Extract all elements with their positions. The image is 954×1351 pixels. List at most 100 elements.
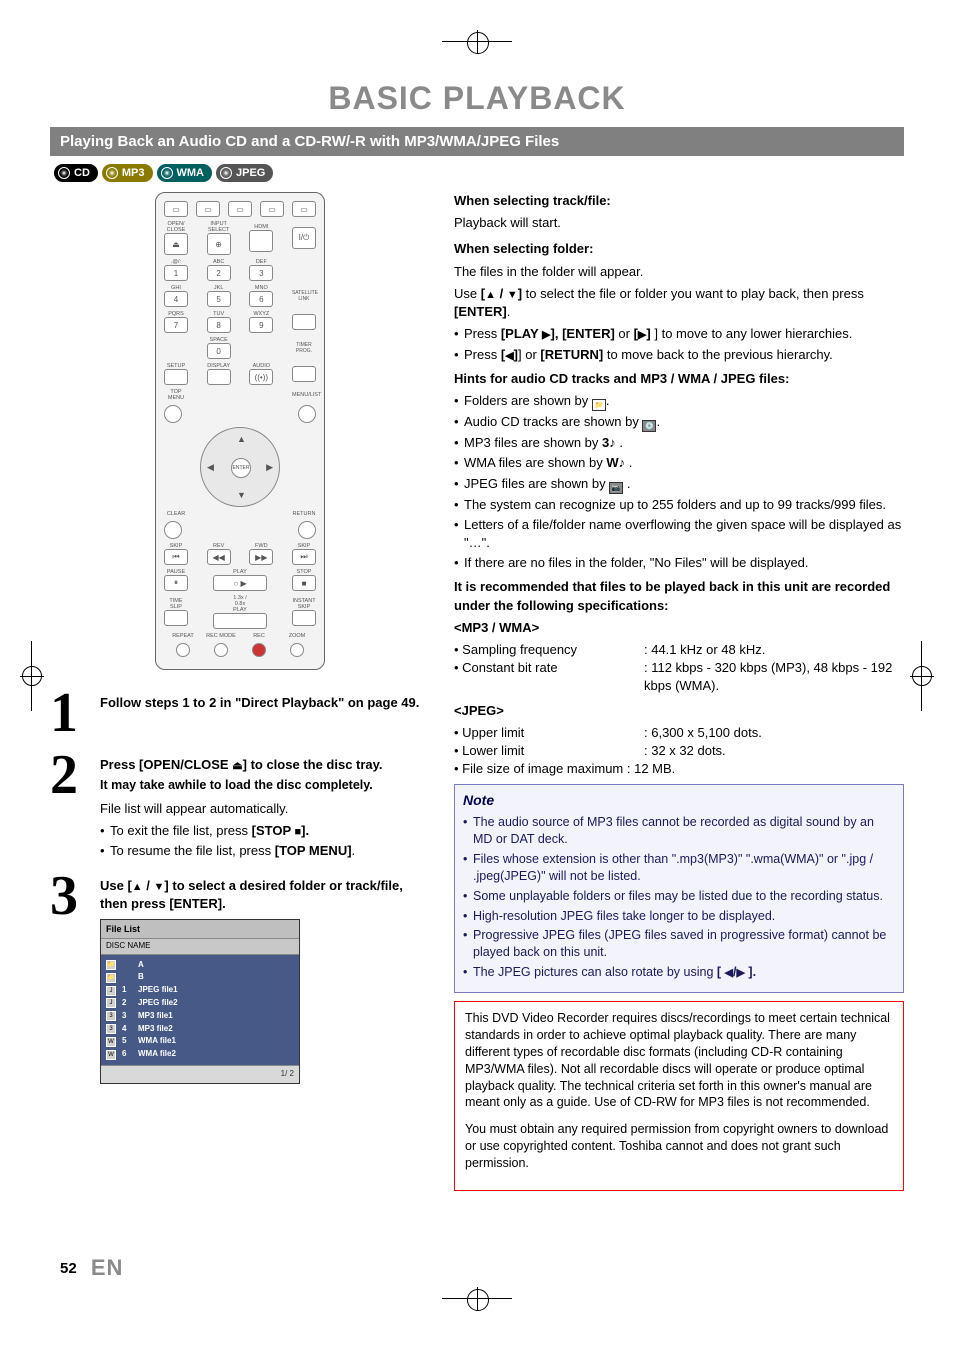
step-number: 2: [50, 752, 90, 860]
text: Use [ / ] to select the file or folder y…: [454, 285, 904, 322]
remote-label: REC: [240, 633, 278, 639]
remote-key-7: 7: [164, 317, 188, 333]
file-name: MP3 file1: [138, 1011, 173, 1022]
text: .: [656, 414, 660, 429]
text: WMA files are shown by: [464, 455, 606, 470]
bullet: The system can recognize up to 255 folde…: [454, 496, 904, 514]
badge-jpeg: JPEG: [216, 164, 273, 182]
remote-key-6: 6: [249, 291, 273, 307]
bullet: Folders are shown by 📁.: [454, 392, 904, 411]
heading: When selecting folder:: [454, 241, 593, 256]
step-3: 3 Use [ / ] to select a desired folder o…: [50, 873, 430, 1084]
disclaimer-box: This DVD Video Recorder requires discs/r…: [454, 1001, 904, 1191]
remote-instantskip-button: [292, 610, 316, 626]
step-2-subheading: It may take awhile to load the disc comp…: [100, 777, 383, 794]
text: .: [606, 393, 610, 408]
text: The JPEG pictures can also rotate by usi…: [473, 965, 717, 979]
spec-key: • Lower limit: [454, 742, 644, 760]
text: [ENTER]: [562, 326, 615, 341]
text: ].: [745, 965, 756, 979]
spec-key: • Sampling frequency: [454, 641, 644, 659]
bullet: Press [PLAY ], [ENTER] or [] ] to move t…: [454, 325, 904, 343]
remote-repeat-button: [176, 643, 190, 657]
text: .: [507, 304, 511, 319]
mp3-icon: 3♪: [602, 435, 616, 450]
filelist-row: 📁B: [106, 971, 294, 984]
remote-tab: ▭: [164, 201, 188, 217]
page-lang: EN: [91, 1255, 124, 1280]
step-2-heading: Press [OPEN/CLOSE ] to close the disc tr…: [100, 756, 383, 774]
remote-setup-button: [164, 369, 188, 385]
note-title: Note: [463, 791, 895, 810]
remote-key-3: 3: [249, 265, 273, 281]
file-name: MP3 file2: [138, 1024, 173, 1035]
text: .: [619, 435, 623, 450]
spec-key: • Constant bit rate: [454, 659, 644, 695]
left-column: ▭ ▭ ▭ ▭ ▭ OPEN/ CLOSE ⏏ INPUT SELECT ⊕ H…: [50, 192, 430, 1191]
file-icon: W: [106, 1050, 116, 1060]
filelist-header: File List: [101, 920, 299, 939]
remote-tab: ▭: [292, 201, 316, 217]
text: [PLAY: [501, 326, 542, 341]
badge-mp3: MP3: [102, 164, 153, 182]
remote-key-9: 9: [249, 317, 273, 333]
badge-cd-label: CD: [74, 167, 90, 179]
text: Press: [464, 347, 501, 362]
remote-power-button: I/⏻: [292, 227, 316, 249]
spec-row: • Upper limit: 6,300 x 5,100 dots.: [454, 724, 904, 742]
file-name: JPEG file1: [138, 985, 178, 996]
left-icon: [725, 967, 733, 979]
text: To exit the file list, press: [110, 823, 252, 838]
spec-heading: <JPEG>: [454, 703, 504, 718]
bullet: Audio CD tracks are shown by 💿.: [454, 413, 904, 432]
step-2-line: File list will appear automatically.: [100, 800, 383, 818]
step-2-bullet: To resume the file list, press [TOP MENU…: [100, 842, 383, 860]
remote-topmenu-button: [164, 405, 182, 423]
remote-timer-button: [292, 366, 316, 382]
spec-val: : 112 kbps - 320 kbps (MP3), 48 kbps - 1…: [644, 659, 904, 695]
file-name: A: [138, 960, 144, 971]
jpeg-icon: 📷: [609, 482, 623, 494]
filelist-figure: File List DISC NAME 📁A📁BJ1JPEG file1J2JP…: [100, 919, 300, 1084]
remote-tab: ▭: [196, 201, 220, 217]
note-bullet: Progressive JPEG files (JPEG files saved…: [463, 927, 895, 961]
remote-rec-button: [252, 643, 266, 657]
heading: When selecting track/file:: [454, 193, 611, 208]
remote-return-button: [298, 521, 316, 539]
text: /: [143, 878, 154, 893]
spec-val: : 32 x 32 dots.: [644, 742, 904, 760]
text: ] to move to any lower hierarchies.: [654, 326, 852, 341]
remote-tab: ▭: [228, 201, 252, 217]
crop-mark-top: [442, 30, 512, 54]
file-icon: 3: [106, 1011, 116, 1021]
file-icon: 📁: [106, 973, 116, 983]
text: ] or: [518, 347, 540, 362]
spec-key: • Upper limit: [454, 724, 644, 742]
step-2-bullet: To exit the file list, press [STOP ].: [100, 822, 383, 840]
file-name: WMA file2: [138, 1049, 176, 1060]
page-number: 52: [60, 1260, 77, 1277]
note-box: Note The audio source of MP3 files canno…: [454, 784, 904, 993]
filelist-row: 📁A: [106, 959, 294, 972]
remote-label: ZOOM: [278, 633, 316, 639]
remote-illustration: ▭ ▭ ▭ ▭ ▭ OPEN/ CLOSE ⏏ INPUT SELECT ⊕ H…: [155, 192, 325, 670]
crop-mark-left: [20, 641, 44, 711]
remote-pause-button: ⏸: [164, 575, 188, 591]
spec-row: • Sampling frequency: 44.1 kHz or 48 kHz…: [454, 641, 904, 659]
text: MP3 files are shown by: [464, 435, 602, 450]
remote-skip-next-button: ⏭: [292, 549, 316, 565]
remote-skip-prev-button: ⏮: [164, 549, 188, 565]
remote-label-topmenu: TOP MENU: [164, 389, 188, 401]
bullet: MP3 files are shown by 3♪ .: [454, 434, 904, 452]
file-icon: J: [106, 998, 116, 1008]
spec-row: • Constant bit rate: 112 kbps - 320 kbps…: [454, 659, 904, 695]
badge-wma: WMA: [157, 164, 213, 182]
remote-label-menulist: MENU/LIST: [292, 392, 316, 398]
spec-val: : 6,300 x 5,100 dots.: [644, 724, 904, 742]
remote-audio-button: ((•)): [249, 369, 273, 385]
spec-heading: <MP3 / WMA>: [454, 620, 539, 635]
note-bullet: The JPEG pictures can also rotate by usi…: [463, 964, 895, 981]
file-index: 6: [122, 1049, 132, 1060]
remote-dpad: ▲ ▼ ◀ ▶ ENTER: [200, 427, 280, 507]
folder-icon: 📁: [592, 399, 606, 411]
